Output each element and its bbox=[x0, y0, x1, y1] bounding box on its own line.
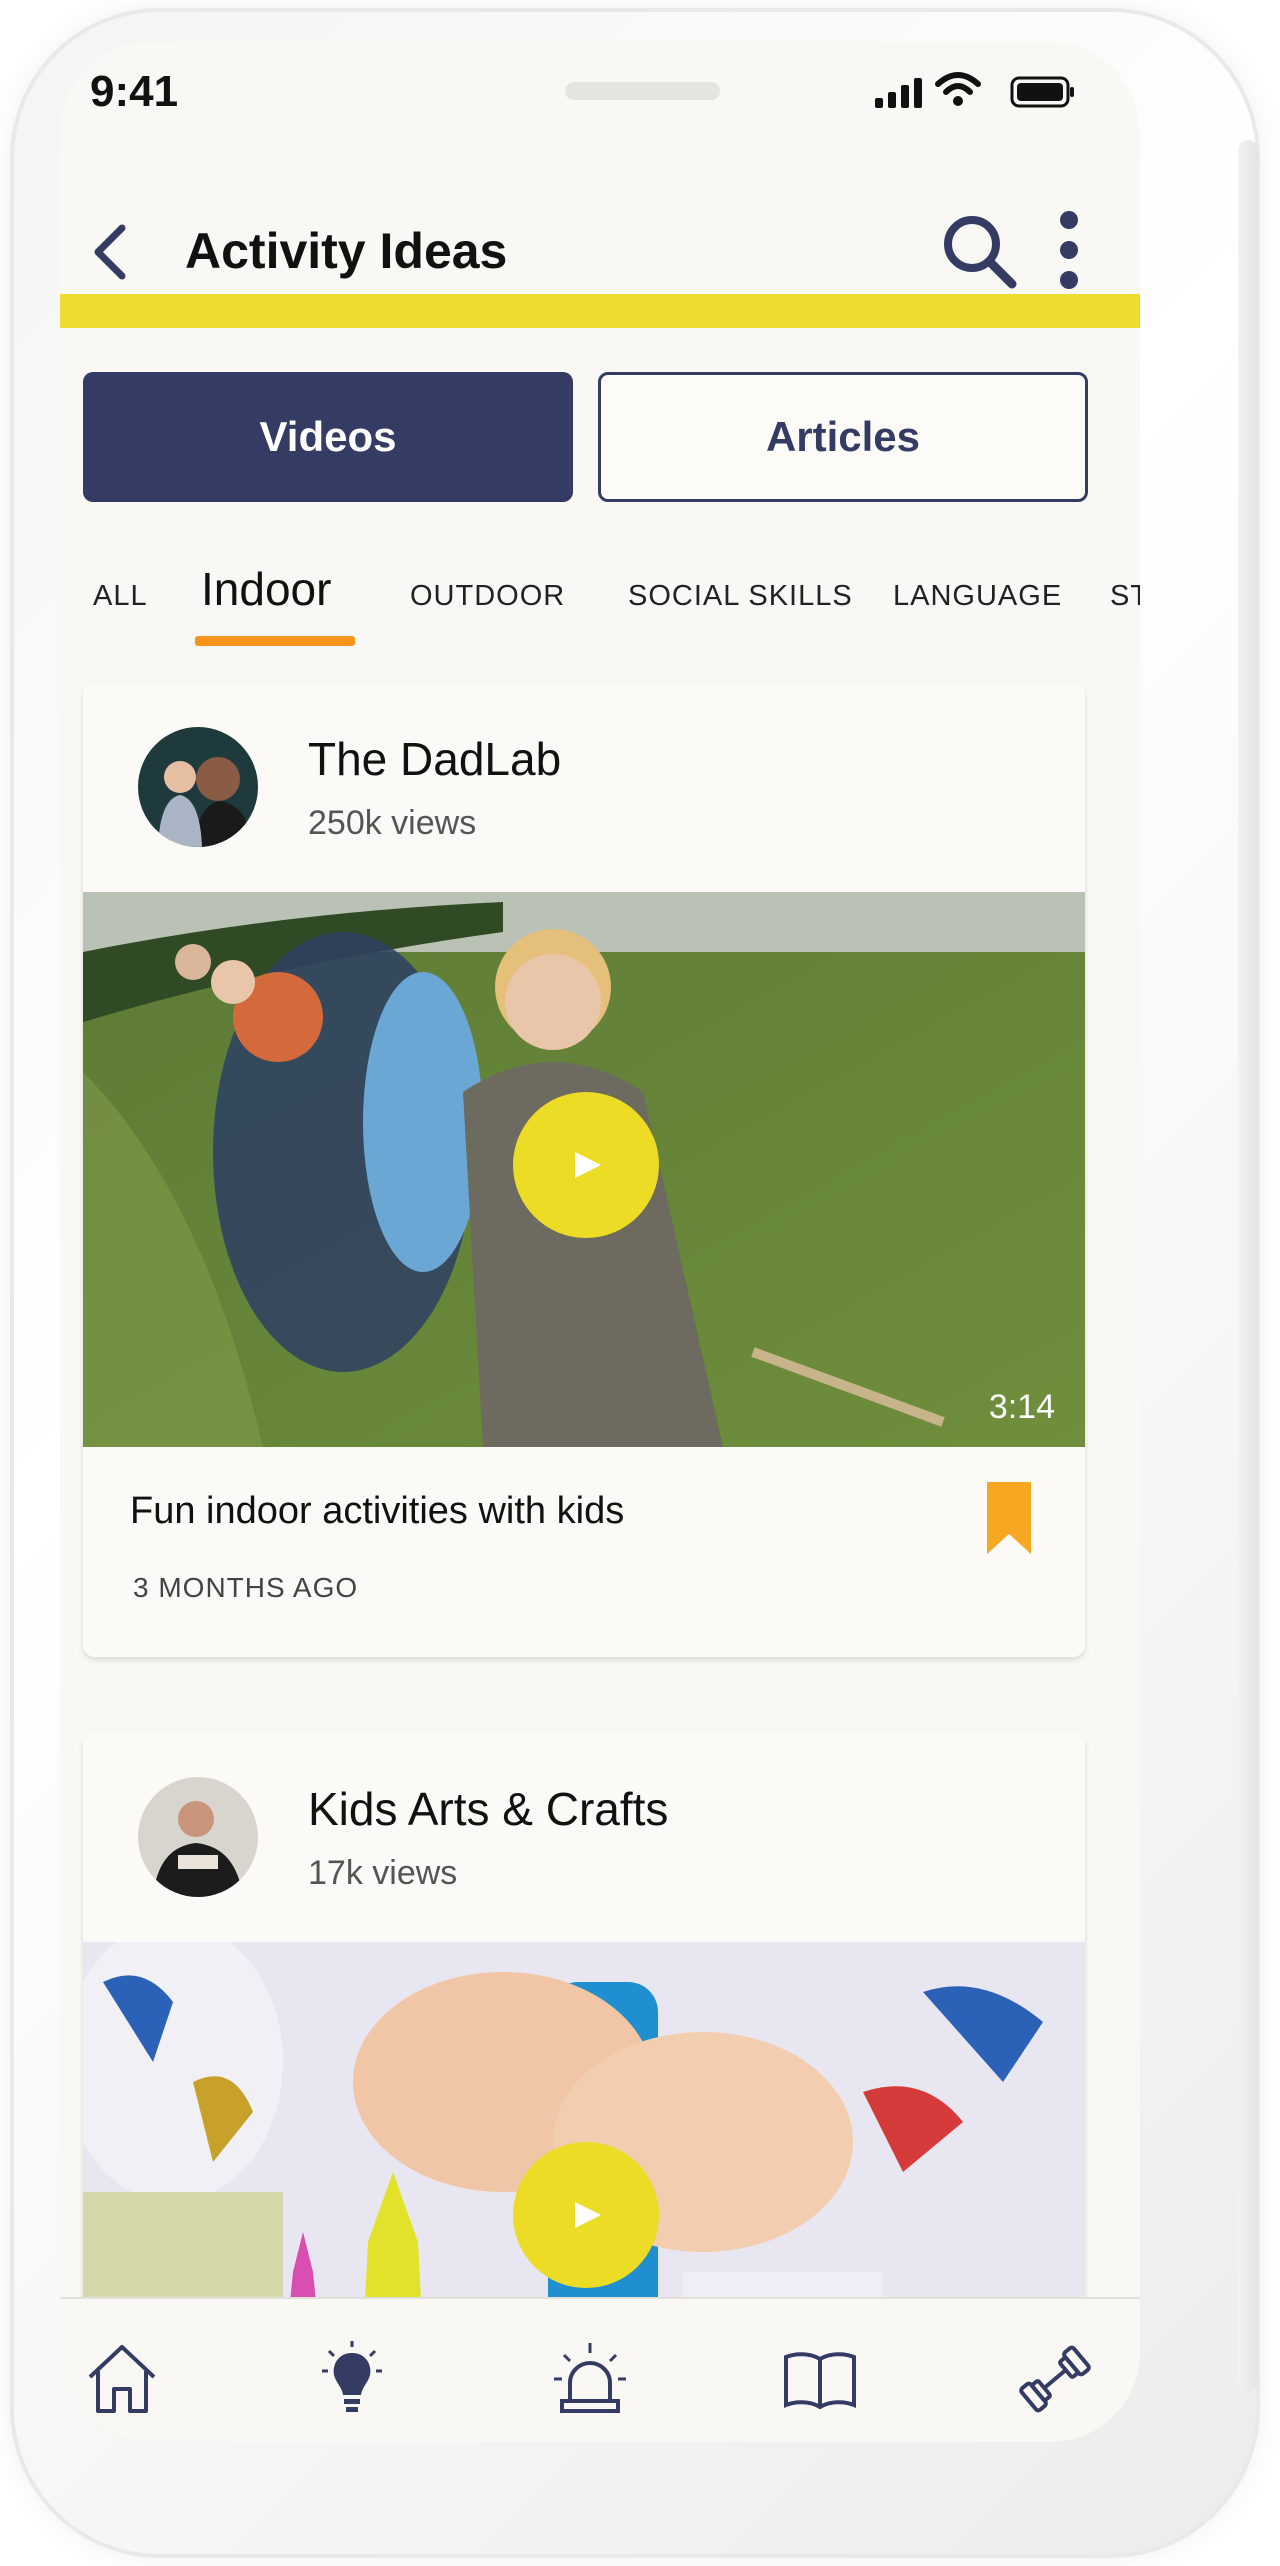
category-filter-bar: ALL Indoor OUTDOOR SOCIAL SKILLS LANGUAG… bbox=[60, 552, 1140, 646]
view-count: 250k views bbox=[308, 804, 477, 842]
phone-side-edge bbox=[1238, 140, 1258, 2390]
video-date: 3 MONTHS AGO bbox=[133, 1572, 359, 1603]
channel-avatar[interactable] bbox=[138, 727, 258, 847]
channel-avatar[interactable] bbox=[138, 1777, 258, 1897]
play-button[interactable] bbox=[513, 2142, 659, 2288]
search-icon[interactable] bbox=[940, 212, 1020, 292]
video-thumbnail[interactable]: 3:14 bbox=[83, 892, 1085, 1447]
dumbbell-icon[interactable] bbox=[1015, 2339, 1095, 2419]
open-book-icon[interactable] bbox=[780, 2339, 860, 2419]
channel-name[interactable]: Kids Arts & Crafts bbox=[308, 1782, 668, 1836]
video-title[interactable]: Fun indoor activities with kids bbox=[130, 1490, 624, 1533]
play-button[interactable] bbox=[513, 1092, 659, 1238]
articles-tab-button[interactable]: Articles bbox=[598, 372, 1088, 502]
play-icon bbox=[575, 2202, 601, 2228]
app-screen: 9:41 Activity Ideas Videos Articles ALL … bbox=[60, 42, 1140, 2442]
play-icon bbox=[575, 1152, 601, 1178]
bottom-tab-bar bbox=[60, 2297, 1140, 2442]
active-category-underline bbox=[195, 636, 355, 646]
video-duration: 3:14 bbox=[988, 1388, 1055, 1426]
status-bar: 9:41 bbox=[60, 42, 1140, 162]
battery-icon bbox=[1010, 76, 1074, 108]
back-arrow-icon[interactable] bbox=[90, 222, 130, 282]
category-social-skills[interactable]: SOCIAL SKILLS bbox=[628, 580, 853, 613]
wifi-icon bbox=[935, 72, 981, 106]
videos-tab-button[interactable]: Videos bbox=[83, 372, 573, 502]
category-outdoor[interactable]: OUTDOOR bbox=[410, 580, 565, 613]
view-count: 17k views bbox=[308, 1854, 458, 1892]
category-language[interactable]: LANGUAGE bbox=[893, 580, 1062, 613]
page-title: Activity Ideas bbox=[185, 223, 508, 279]
accent-bar bbox=[60, 294, 1140, 328]
signal-icon bbox=[875, 78, 922, 108]
bookmark-icon[interactable] bbox=[987, 1482, 1031, 1554]
speaker-notch bbox=[565, 82, 720, 100]
lightbulb-icon[interactable] bbox=[312, 2339, 392, 2419]
alarm-light-icon[interactable] bbox=[550, 2339, 630, 2419]
status-time: 9:41 bbox=[90, 67, 179, 116]
video-card[interactable]: The DadLab 250k views 3:14 Fun indoor ac… bbox=[83, 682, 1085, 1657]
channel-name[interactable]: The DadLab bbox=[308, 732, 561, 786]
category-indoor[interactable]: Indoor bbox=[201, 562, 331, 616]
category-all[interactable]: ALL bbox=[93, 580, 148, 613]
home-icon[interactable] bbox=[82, 2339, 162, 2419]
top-app-bar: Activity Ideas bbox=[60, 162, 1140, 302]
more-options-icon[interactable] bbox=[1058, 210, 1080, 290]
category-partial[interactable]: ST bbox=[1110, 580, 1140, 613]
